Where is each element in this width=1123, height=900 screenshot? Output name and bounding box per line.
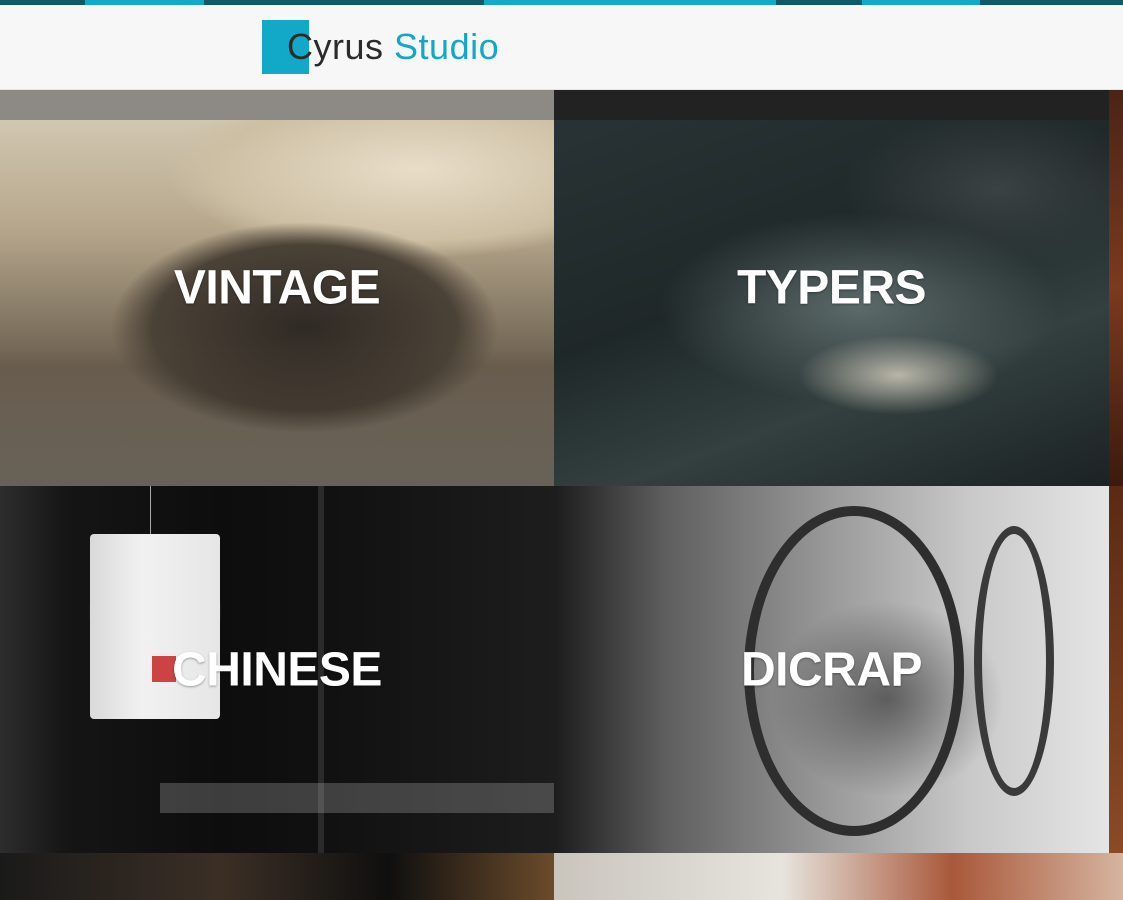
gallery-grid: VINTAGE TYPERS CHINESE DICRAP xyxy=(0,90,1123,900)
tile-top-band xyxy=(0,90,554,120)
tile-partial-right[interactable] xyxy=(1109,90,1123,486)
tile-partial-keyboard[interactable] xyxy=(554,853,1123,900)
tile-label-dicrap: DICRAP xyxy=(740,643,923,696)
tile-vintage[interactable]: VINTAGE xyxy=(0,90,554,486)
tile-chinese[interactable]: CHINESE xyxy=(0,486,554,853)
tile-label-typers: TYPERS xyxy=(736,261,927,315)
lantern-string xyxy=(150,486,151,536)
tile-label-chinese: CHINESE xyxy=(172,643,382,696)
floor-image xyxy=(160,783,554,813)
brand-title: Cyrus Studio xyxy=(262,20,499,74)
tile-dicrap[interactable]: DICRAP xyxy=(554,486,1109,853)
brand-logo[interactable]: Cyrus Studio xyxy=(262,20,499,74)
tile-partial-right[interactable] xyxy=(1109,486,1123,853)
brand-title-first: Cyrus xyxy=(287,26,384,67)
app-header: Cyrus Studio xyxy=(0,5,1123,90)
tile-partial-camera[interactable] xyxy=(0,853,554,900)
tile-label-vintage: VINTAGE xyxy=(173,261,381,315)
tile-typers[interactable]: TYPERS xyxy=(554,90,1109,486)
tile-top-band xyxy=(554,90,1109,120)
brand-title-second: Studio xyxy=(394,26,500,67)
